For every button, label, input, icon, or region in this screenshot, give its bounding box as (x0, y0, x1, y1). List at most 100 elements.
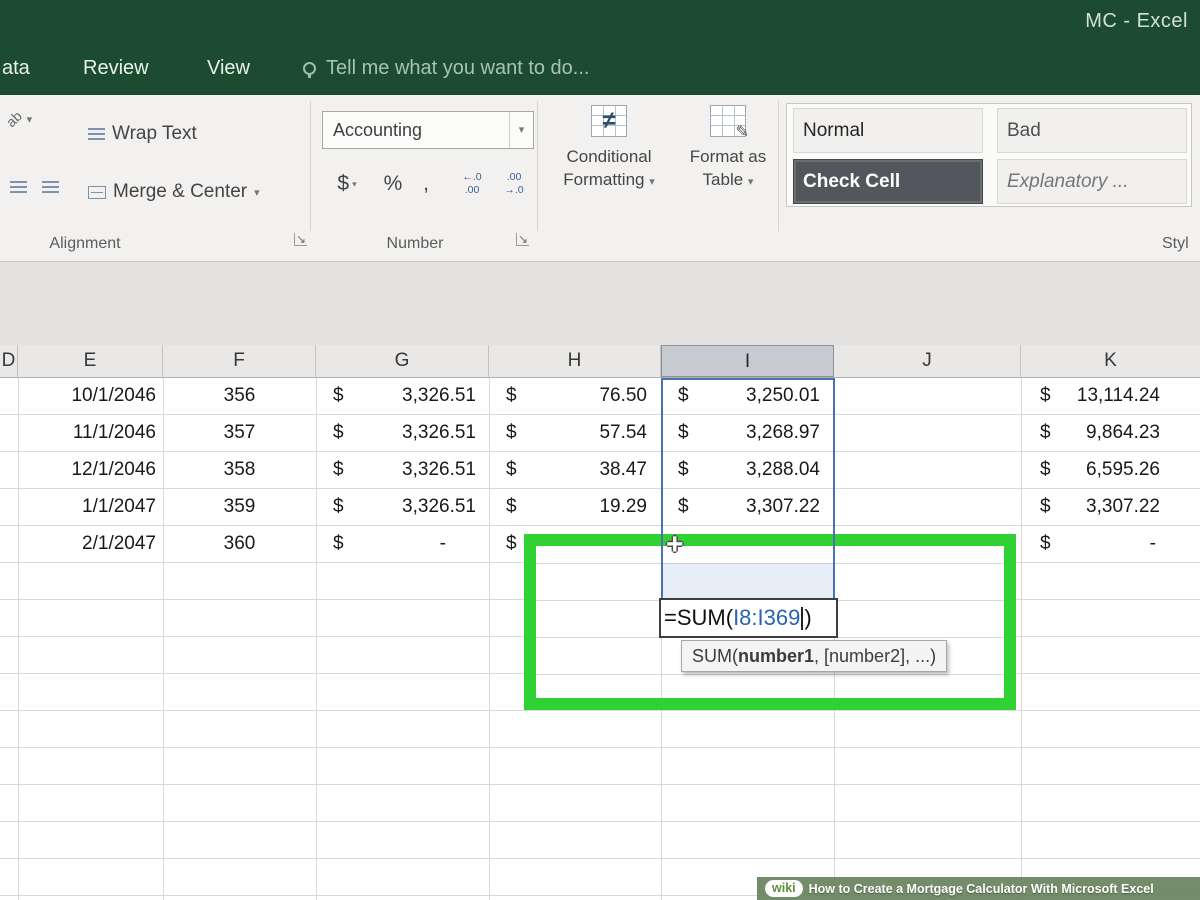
currency-format-label: $ (337, 172, 350, 195)
column-header-E[interactable]: E (18, 345, 163, 377)
decrease-decimal-icon: .00 (506, 171, 522, 183)
cell-interest[interactable]: $76.50 (489, 378, 661, 414)
cell-date[interactable]: 2/1/2047 (18, 526, 163, 562)
percent-style-button[interactable]: % (378, 167, 408, 201)
currency-symbol: $ (1040, 422, 1051, 443)
cell-num[interactable]: 357 (163, 415, 316, 451)
amount: 3,326.51 (402, 422, 476, 443)
style-chip-normal[interactable]: Normal (793, 108, 983, 153)
amount: 76.50 (599, 385, 647, 406)
amount: 3,307.22 (1086, 496, 1160, 517)
brush-icon: ✎ (735, 124, 749, 141)
cell-date[interactable]: 12/1/2046 (18, 452, 163, 488)
formula-range: I8:I369 (733, 605, 801, 630)
column-header-G[interactable]: G (316, 345, 489, 377)
wikihow-logo: wiki (765, 880, 803, 897)
format-as-table-label-2: Table ▾ (702, 170, 754, 189)
currency-symbol: $ (333, 385, 344, 406)
watermark-text: How to Create a Mortgage Calculator With… (808, 881, 1154, 896)
column-header-K[interactable]: K (1021, 345, 1200, 377)
gridline-horizontal (536, 674, 1004, 675)
sheet-row: 1/1/2047 359 $3,326.51 $19.29 $3,307.22 … (0, 489, 1200, 526)
wrap-text-icon (88, 127, 105, 141)
style-chip-bad[interactable]: Bad (997, 108, 1187, 153)
comma-style-label: , (423, 172, 429, 195)
column-header-F[interactable]: F (163, 345, 316, 377)
decrease-decimal-button[interactable]: .00 →.0 (494, 167, 534, 201)
currency-format-button[interactable]: $ ▾ (324, 167, 370, 201)
number-dialog-launcher[interactable]: ↘ (516, 233, 529, 246)
decrease-indent-button[interactable] (10, 177, 36, 197)
amount: - (439, 533, 446, 554)
cell-num[interactable]: 359 (163, 489, 316, 525)
cell-balance[interactable]: $6,595.26 (1021, 452, 1200, 488)
cell-payment[interactable]: $3,326.51 (316, 489, 489, 525)
format-as-table-icon: ✎ (710, 105, 749, 141)
conditional-formatting-label-2: Formatting ▾ (563, 170, 655, 189)
group-label-number: Number (386, 235, 444, 252)
amount: 3,326.51 (402, 385, 476, 406)
currency-symbol: $ (506, 496, 517, 517)
cell-date[interactable]: 11/1/2046 (18, 415, 163, 451)
increase-indent-icon (42, 180, 59, 194)
conditional-formatting-label-1: Conditional (566, 147, 652, 166)
cell-payment[interactable]: $3,326.51 (316, 452, 489, 488)
number-format-select[interactable]: Accounting ▾ (322, 111, 534, 149)
decrease-indent-icon (10, 180, 27, 194)
column-header-D[interactable]: D (0, 345, 18, 377)
window-title: MC - Excel (1085, 10, 1188, 32)
cell-interest[interactable]: $57.54 (489, 415, 661, 451)
increase-indent-button[interactable] (42, 177, 68, 197)
style-chip-explanatory[interactable]: Explanatory ... (997, 159, 1187, 204)
currency-symbol: $ (333, 422, 344, 443)
cell-payment[interactable]: $ - (316, 526, 489, 562)
currency-symbol: $ (333, 496, 344, 517)
cell-date[interactable]: 1/1/2047 (18, 489, 163, 525)
merge-center-label: Merge & Center (113, 181, 248, 202)
wrap-text-button[interactable]: Wrap Text (88, 119, 197, 149)
orientation-button[interactable]: ab ▾ (3, 108, 32, 130)
format-as-table-button[interactable]: ✎ Format as Table ▾ (676, 101, 780, 229)
currency-symbol: $ (506, 459, 517, 480)
column-header-J[interactable]: J (834, 345, 1021, 377)
cell-balance[interactable]: $ - (1021, 526, 1200, 562)
comma-style-button[interactable]: , (414, 167, 438, 201)
column-header-H[interactable]: H (489, 345, 661, 377)
ribbon: ab ▾ Wrap Text Merge & Center ▾ Accounti… (0, 95, 1200, 262)
cell-num[interactable]: 360 (163, 526, 316, 562)
cell-interest[interactable]: $38.47 (489, 452, 661, 488)
cell-num[interactable]: 356 (163, 378, 316, 414)
lightbulb-icon (303, 62, 316, 78)
cell-payment[interactable]: $3,326.51 (316, 378, 489, 414)
tab-review[interactable]: Review (83, 42, 149, 95)
alignment-dialog-launcher[interactable]: ↘ (294, 233, 307, 246)
increase-decimal-icon-2: .00 (464, 184, 480, 197)
tab-data-partial[interactable]: ata (2, 42, 30, 95)
sheet-row: 10/1/2046 356 $3,326.51 $76.50 $3,250.01… (0, 378, 1200, 415)
increase-decimal-button[interactable]: ←.0 .00 (452, 167, 492, 201)
amount: 38.47 (599, 459, 647, 480)
cell-balance[interactable]: $3,307.22 (1021, 489, 1200, 525)
cell-balance[interactable]: $9,864.23 (1021, 415, 1200, 451)
amount: 9,864.23 (1086, 422, 1160, 443)
conditional-formatting-button[interactable]: ≠ Conditional Formatting ▾ (548, 101, 670, 229)
cell-num[interactable]: 358 (163, 452, 316, 488)
chevron-down-icon: ▾ (509, 112, 533, 148)
amount: 57.54 (599, 422, 647, 443)
column-header-I[interactable]: I (661, 345, 834, 377)
currency-symbol: $ (1040, 496, 1051, 517)
tooltip-arg1: number1 (738, 646, 815, 666)
formula-cell[interactable]: =SUM(I8:I369) (659, 598, 838, 638)
merge-center-button[interactable]: Merge & Center ▾ (88, 177, 260, 207)
group-separator (778, 101, 779, 231)
amount: 3,326.51 (402, 496, 476, 517)
tell-me-box[interactable]: Tell me what you want to do... (303, 42, 589, 95)
style-chip-check-cell[interactable]: Check Cell (793, 159, 983, 204)
cell-interest[interactable]: $19.29 (489, 489, 661, 525)
cell-payment[interactable]: $3,326.51 (316, 415, 489, 451)
cell-balance[interactable]: $13,114.24 (1021, 378, 1200, 414)
chevron-down-icon: ▾ (352, 178, 357, 189)
currency-symbol: $ (506, 422, 517, 443)
tab-view[interactable]: View (207, 42, 250, 95)
cell-date[interactable]: 10/1/2046 (18, 378, 163, 414)
